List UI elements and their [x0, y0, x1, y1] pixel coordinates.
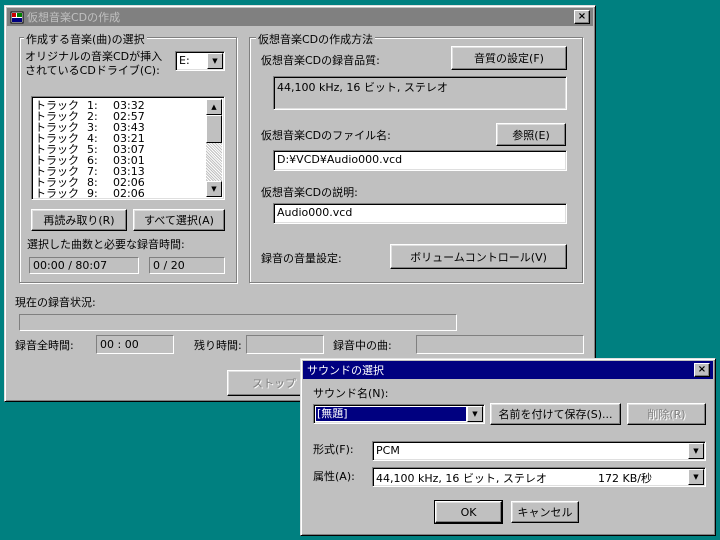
main-window-title: 仮想音楽CDの作成: [27, 11, 121, 24]
quality-value-field: 44,100 kHz, 16 ビット, ステレオ: [273, 76, 567, 110]
total-time-value: 00 : 00: [100, 338, 139, 351]
filename-input[interactable]: D:¥VCD¥Audio000.vcd: [273, 150, 567, 171]
drive-label-line1: オリジナルの音楽CDが挿入: [25, 50, 163, 63]
main-window: 仮想音楽CDの作成 × 作成する音楽(曲)の選択 オリジナルの音楽CDが挿入 さ…: [4, 5, 596, 402]
remaining-time-field: [246, 335, 324, 354]
track-list-item[interactable]: トラック 9: 02:06: [35, 188, 205, 199]
attributes-value: 44,100 kHz, 16 ビット, ステレオ: [376, 472, 547, 485]
format-label: 形式(F):: [313, 443, 354, 456]
recording-progress-bar: [19, 314, 457, 331]
attributes-select[interactable]: 44,100 kHz, 16 ビット, ステレオ 172 KB/秒 ▼: [372, 467, 706, 487]
close-icon: ×: [577, 11, 587, 22]
sound-name-value: [無題]: [315, 406, 467, 422]
track-name: トラック: [35, 187, 79, 200]
attributes-rate: 172 KB/秒: [598, 472, 652, 485]
track-list-scrollbar[interactable]: ▲ ▼: [206, 99, 222, 197]
track-selection-group-label: 作成する音楽(曲)の選択: [24, 31, 147, 47]
sound-name-label: サウンド名(N):: [313, 387, 389, 400]
sound-selection-dialog: サウンドの選択 × サウンド名(N): [無題] ▼ 名前を付けて保存(S)..…: [300, 358, 716, 536]
scrollbar-thumb[interactable]: [206, 115, 222, 143]
chevron-down-icon[interactable]: ▼: [467, 406, 483, 422]
selected-summary-label: 選択した曲数と必要な録音時間:: [27, 238, 185, 251]
app-icon: [10, 10, 24, 24]
filename-value: D:¥VCD¥Audio000.vcd: [277, 153, 403, 166]
sound-name-combo[interactable]: [無題] ▼: [313, 404, 485, 424]
selected-time-value: 00:00 / 80:07: [33, 259, 108, 272]
selected-time-field: 00:00 / 80:07: [29, 257, 139, 274]
track-list[interactable]: トラック 1: 03:32 トラック 2: 02:57 トラック 3: 03:43 トラック 4: 0…: [31, 96, 225, 200]
current-song-field: [416, 335, 584, 354]
stop-button-label: ストップ: [252, 377, 296, 390]
chevron-down-icon[interactable]: ▼: [688, 469, 704, 485]
selected-count-value: 0 / 20: [153, 259, 185, 272]
dialog-title: サウンドの選択: [307, 364, 384, 377]
dialog-title-bar[interactable]: サウンドの選択 ×: [303, 361, 713, 379]
reread-button[interactable]: 再読み取り(R): [31, 209, 127, 231]
ok-button[interactable]: OK: [434, 500, 503, 524]
creation-method-group-label: 仮想音楽CDの作成方法: [256, 31, 376, 47]
cancel-button[interactable]: キャンセル: [511, 501, 579, 523]
chevron-down-icon[interactable]: ▼: [207, 53, 223, 69]
drive-select-value: E:: [179, 54, 190, 67]
select-all-button[interactable]: すべて選択(A): [133, 209, 225, 231]
main-title-bar[interactable]: 仮想音楽CDの作成 ×: [7, 8, 593, 26]
total-time-label: 録音全時間:: [15, 339, 74, 352]
description-input[interactable]: Audio000.vcd: [273, 203, 567, 224]
format-select[interactable]: PCM ▼: [372, 441, 706, 461]
description-value: Audio000.vcd: [277, 206, 353, 219]
quality-settings-button[interactable]: 音質の設定(F): [451, 46, 567, 70]
drive-label-line2: されているCDドライブ(C):: [25, 64, 160, 77]
filename-label: 仮想音楽CDのファイル名:: [261, 129, 391, 142]
volume-control-button[interactable]: ボリュームコントロール(V): [390, 244, 567, 269]
track-duration: 02:06: [113, 187, 145, 200]
scroll-up-icon[interactable]: ▲: [206, 99, 222, 115]
chevron-down-icon[interactable]: ▼: [688, 443, 704, 459]
quality-value: 44,100 kHz, 16 ビット, ステレオ: [277, 81, 448, 94]
current-song-label: 録音中の曲:: [333, 339, 392, 352]
delete-button[interactable]: 削除(R): [627, 403, 706, 425]
drive-select[interactable]: E: ▼: [175, 51, 225, 71]
volume-label: 録音の音量設定:: [261, 252, 342, 265]
dialog-close-button[interactable]: ×: [694, 363, 710, 377]
track-list-items: トラック 1: 03:32 トラック 2: 02:57 トラック 3: 03:43 トラック 4: 0…: [35, 100, 205, 199]
scroll-down-icon[interactable]: ▼: [206, 181, 222, 197]
selected-count-field: 0 / 20: [149, 257, 225, 274]
quality-label: 仮想音楽CDの録音品質:: [261, 54, 380, 67]
close-icon: ×: [697, 364, 707, 375]
total-time-field: 00 : 00: [96, 335, 174, 354]
browse-button[interactable]: 参照(E): [496, 123, 566, 146]
format-value: PCM: [376, 444, 400, 457]
save-as-button[interactable]: 名前を付けて保存(S)...: [490, 403, 621, 425]
description-label: 仮想音楽CDの説明:: [261, 186, 358, 199]
remaining-time-label: 残り時間:: [194, 339, 242, 352]
attributes-label: 属性(A):: [313, 470, 355, 483]
track-number: 9:: [87, 187, 98, 200]
main-close-button[interactable]: ×: [574, 10, 590, 24]
recording-status-label: 現在の録音状況:: [15, 296, 96, 309]
